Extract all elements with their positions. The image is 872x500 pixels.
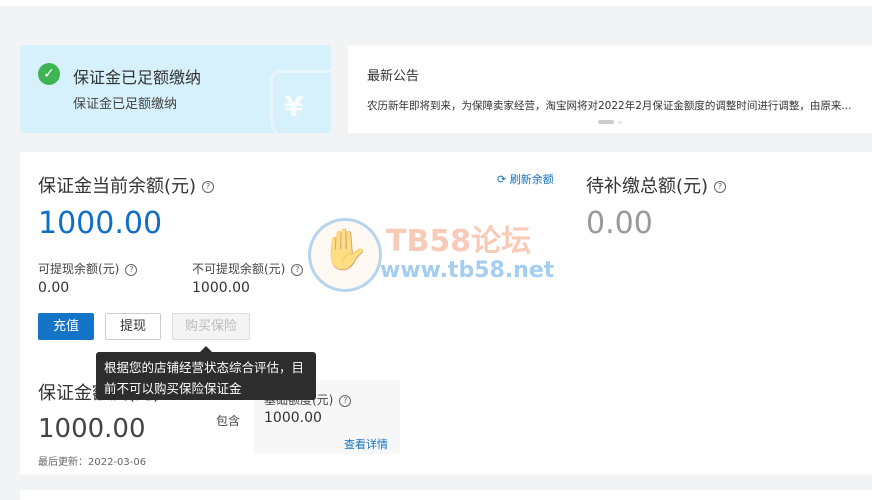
help-icon[interactable]: ? — [339, 394, 352, 407]
buy-insurance-button[interactable]: 购买保险 — [172, 313, 250, 340]
status-title: 保证金已足额缴纳 — [73, 68, 202, 87]
watermark-name: TB58论坛 — [386, 224, 532, 259]
help-icon[interactable]: ? — [125, 263, 138, 276]
hand-icon: ✋ — [320, 227, 370, 273]
refresh-balance-link[interactable]: ⟳ 刷新余额 — [497, 171, 554, 187]
pending-title: 待补缴总额(元)? — [586, 172, 727, 198]
bottom-panel-edge — [20, 490, 872, 500]
withdrawable-value: 0.00 — [38, 280, 70, 296]
check-circle-icon: ✓ — [38, 63, 60, 85]
refresh-icon: ⟳ — [497, 173, 507, 186]
help-icon[interactable]: ? — [291, 263, 304, 276]
top-strip — [0, 0, 872, 6]
withdrawable-label-text: 可提现余额(元) — [38, 262, 120, 276]
nonwithdrawable-label-text: 不可提现余额(元) — [192, 262, 286, 276]
recharge-button[interactable]: 充值 — [38, 313, 94, 340]
carousel-indicator-active[interactable] — [598, 120, 614, 124]
withdrawable-label: 可提现余额(元)? — [38, 260, 138, 277]
announcement-card[interactable]: 最新公告 农历新年即将到来，为保障卖家经营，淘宝网将对2022年2月保证金额度的… — [348, 45, 872, 133]
announcement-title: 最新公告 — [367, 69, 420, 84]
deposit-panel: 保证金当前余额(元)? ⟳ 刷新余额 1000.00 可提现余额(元)? 0.0… — [20, 152, 872, 475]
pending-title-text: 待补缴总额(元) — [586, 176, 709, 197]
pending-amount: 0.00 — [586, 206, 653, 241]
carousel-indicator[interactable] — [618, 121, 622, 124]
help-icon[interactable]: ? — [202, 181, 215, 193]
nonwithdrawable-value: 1000.00 — [192, 280, 250, 296]
watermark-url: www.tb58.net — [380, 258, 555, 283]
help-icon[interactable]: ? — [714, 181, 727, 193]
balance-title-text: 保证金当前余额(元) — [38, 176, 197, 197]
insurance-tooltip: 根据您的店铺经营状态综合评估，目前不可以购买保险保证金 — [96, 352, 316, 400]
view-details-link[interactable]: 查看详情 — [344, 436, 388, 452]
contains-label: 包含 — [216, 414, 241, 428]
quota-amount: 1000.00 — [38, 414, 146, 444]
balance-title: 保证金当前余额(元)? — [38, 172, 215, 198]
status-subtitle: 保证金已足额缴纳 — [73, 97, 178, 112]
announcement-text[interactable]: 农历新年即将到来，为保障卖家经营，淘宝网将对2022年2月保证金额度的调整时间进… — [367, 98, 851, 113]
last-updated: 最后更新：2022-03-06 — [38, 457, 147, 468]
base-quota-value: 1000.00 — [264, 410, 322, 426]
nonwithdrawable-label: 不可提现余额(元)? — [192, 260, 304, 277]
deposit-status-card: ✓ 保证金已足额缴纳 保证金已足额缴纳 ¥ — [20, 45, 331, 133]
refresh-label: 刷新余额 — [509, 173, 554, 186]
current-balance: 1000.00 — [38, 206, 163, 241]
yen-icon: ¥ — [284, 90, 304, 123]
withdraw-button[interactable]: 提现 — [105, 313, 161, 340]
